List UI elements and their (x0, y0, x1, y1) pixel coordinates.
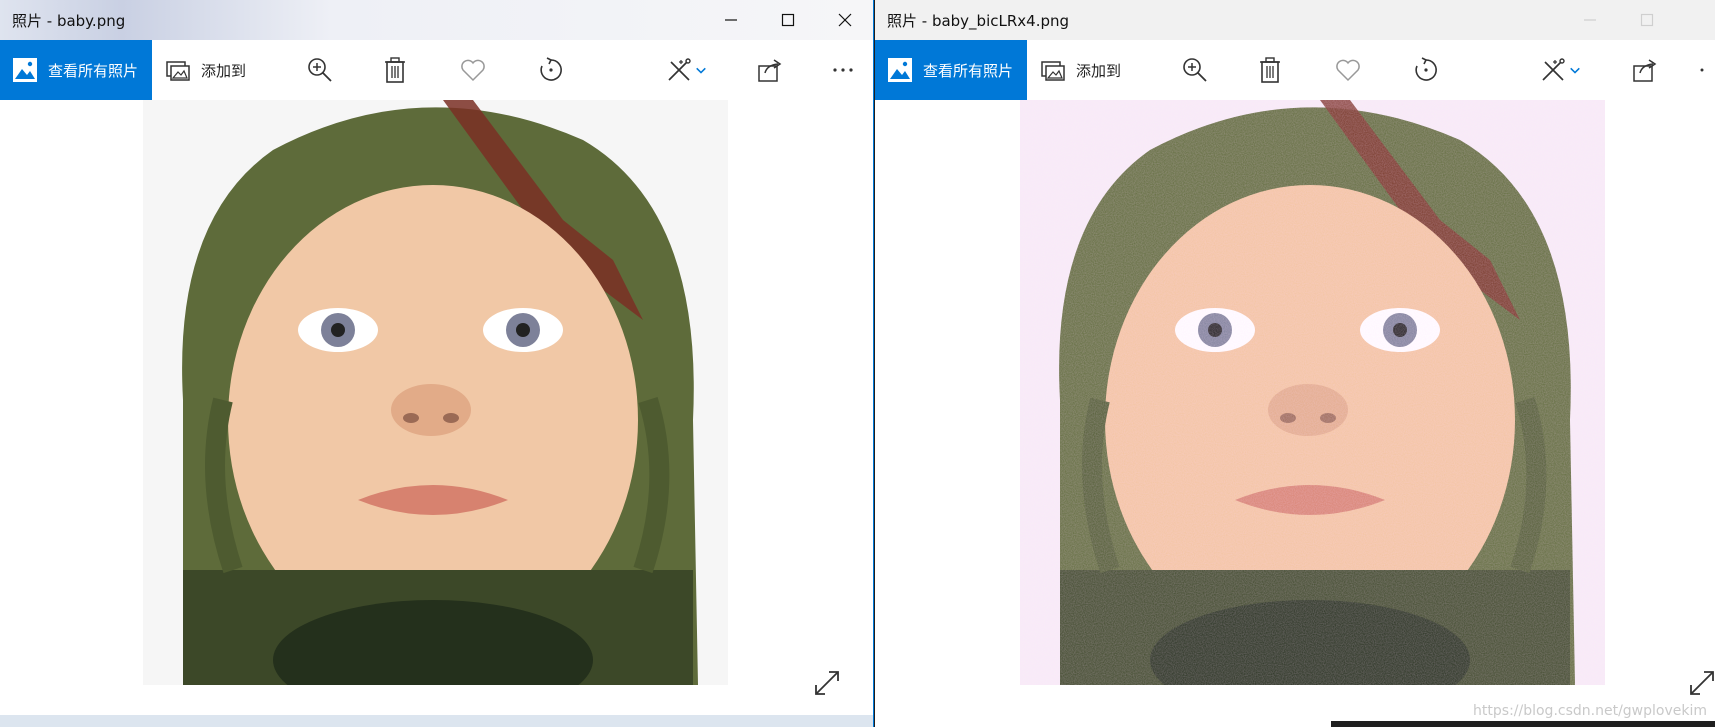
maximize-icon (781, 13, 794, 27)
minimize-icon (724, 19, 737, 21)
share-icon (758, 59, 782, 82)
trash-icon (1260, 57, 1280, 83)
add-to-label: 添加到 (1076, 61, 1122, 80)
photo-icon (888, 58, 912, 82)
photo-baby-original[interactable] (143, 100, 728, 685)
baby-photo-image (1020, 100, 1605, 685)
minimize-icon (1583, 19, 1596, 21)
add-to-button[interactable]: 添加到 (1027, 40, 1157, 100)
more-button[interactable] (815, 40, 870, 100)
rotate-button[interactable] (1396, 40, 1456, 100)
maximize-icon (1640, 13, 1653, 27)
heart-icon (1336, 59, 1360, 82)
share-icon (1633, 59, 1657, 82)
photos-window-left: 照片 - baby.png 查看所有照片 添加到 (0, 0, 874, 727)
zoom-in-icon (1183, 58, 1207, 82)
photos-window-right: 照片 - baby_bicLRx4.png 查看所有照片 添加到 https:/… (875, 0, 1715, 727)
close-icon (838, 13, 851, 27)
add-to-album-icon (166, 61, 190, 81)
favorite-button[interactable] (443, 40, 503, 100)
photo-baby-bicubic-lr[interactable] (1020, 100, 1605, 685)
delete-button[interactable] (365, 40, 425, 100)
zoom-button[interactable] (1165, 40, 1225, 100)
close-button[interactable] (816, 0, 873, 40)
photo-icon (13, 58, 37, 82)
edit-create-icon (668, 58, 691, 81)
rotate-button[interactable] (521, 40, 581, 100)
chevron-down-icon (1570, 67, 1580, 74)
share-button[interactable] (1615, 40, 1675, 100)
expand-icon[interactable] (1687, 668, 1715, 698)
heart-icon (461, 59, 485, 82)
window-title: 照片 - baby.png (12, 11, 126, 30)
zoom-button[interactable] (290, 40, 350, 100)
chevron-down-icon (696, 67, 706, 74)
add-to-album-icon (1041, 61, 1065, 81)
baby-photo-image (143, 100, 728, 685)
favorite-button[interactable] (1318, 40, 1378, 100)
rotate-icon (540, 57, 562, 81)
delete-button[interactable] (1240, 40, 1300, 100)
edit-create-button[interactable] (1530, 40, 1590, 100)
toolbar: 查看所有照片 添加到 (0, 40, 873, 100)
add-to-button[interactable]: 添加到 (152, 40, 282, 100)
more-icon (1700, 68, 1704, 72)
close-button[interactable] (1675, 0, 1715, 40)
rotate-icon (1415, 57, 1437, 81)
see-all-photos-button[interactable]: 查看所有照片 (0, 40, 152, 100)
see-all-photos-button[interactable]: 查看所有照片 (875, 40, 1027, 100)
taskbar-dark (1331, 721, 1715, 727)
maximize-button[interactable] (759, 0, 816, 40)
window-controls (1561, 0, 1715, 40)
window-title: 照片 - baby_bicLRx4.png (887, 11, 1070, 30)
more-button[interactable] (1689, 40, 1715, 100)
trash-icon (385, 57, 405, 83)
minimize-button[interactable] (1561, 0, 1618, 40)
watermark-text: https://blog.csdn.net/gwplovekim (1473, 703, 1707, 719)
minimize-button[interactable] (702, 0, 759, 40)
taskbar-strip (0, 715, 873, 727)
add-to-label: 添加到 (201, 61, 247, 80)
zoom-in-icon (308, 58, 332, 82)
toolbar: 查看所有照片 添加到 (875, 40, 1715, 100)
share-button[interactable] (740, 40, 800, 100)
maximize-button[interactable] (1618, 0, 1675, 40)
expand-icon[interactable] (812, 668, 842, 698)
edit-create-button[interactable] (656, 40, 716, 100)
title-bar[interactable]: 照片 - baby.png (0, 0, 873, 40)
more-icon (832, 68, 853, 72)
see-all-photos-label: 查看所有照片 (923, 61, 1014, 80)
window-controls (702, 0, 873, 40)
see-all-photos-label: 查看所有照片 (48, 61, 139, 80)
title-bar[interactable]: 照片 - baby_bicLRx4.png (875, 0, 1715, 40)
edit-create-icon (1542, 58, 1565, 81)
